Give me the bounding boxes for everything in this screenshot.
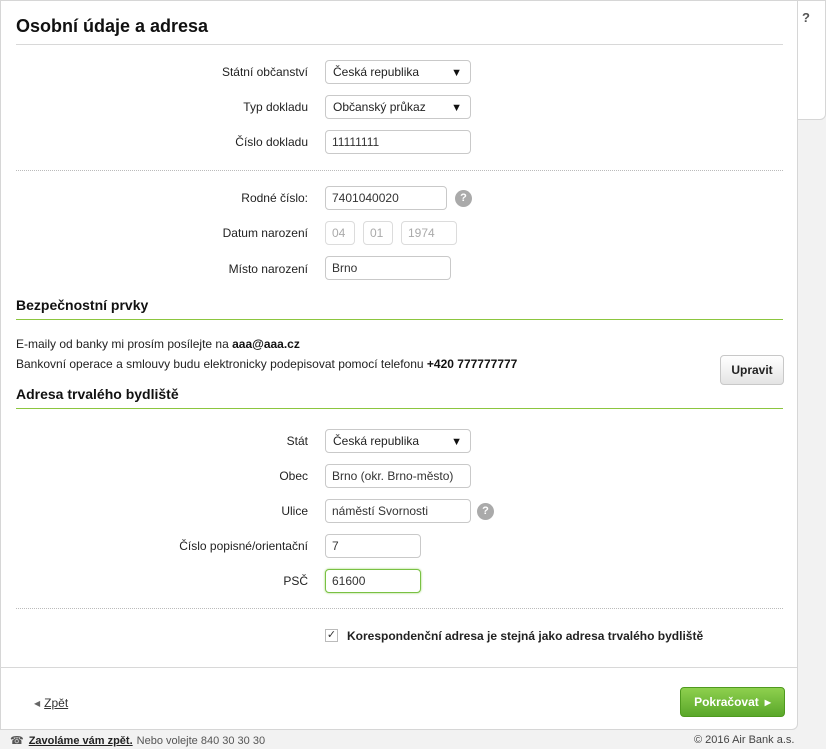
- page-title: Osobní údaje a adresa: [16, 16, 209, 36]
- street-label: Ulice: [281, 504, 308, 518]
- doctype-value: Občanský průkaz: [333, 100, 426, 114]
- doctype-select[interactable]: Občanský průkaz ▼: [325, 95, 471, 119]
- zip-label: PSČ: [283, 574, 308, 588]
- edit-security-button[interactable]: Upravit: [720, 355, 784, 385]
- back-arrow-icon: ◀: [34, 699, 41, 708]
- help-icon[interactable]: ?: [799, 10, 813, 25]
- docnum-input[interactable]: 11111111: [325, 130, 471, 154]
- continue-button[interactable]: Pokračovat ▶: [680, 687, 785, 717]
- country-select[interactable]: Česká republika ▼: [325, 429, 471, 453]
- dob-month-input[interactable]: 01: [363, 221, 393, 245]
- address-section-title: Adresa trvalého bydliště: [16, 386, 179, 402]
- footer-divider: [0, 667, 797, 668]
- birthplace-input[interactable]: Brno: [325, 256, 451, 280]
- continue-button-label: Pokračovat: [694, 695, 759, 709]
- street-input[interactable]: náměstí Svornosti: [325, 499, 471, 523]
- phone-icon: ☎: [10, 735, 24, 747]
- callback-link[interactable]: Zavoláme vám zpět.: [29, 735, 133, 747]
- section-divider: [16, 608, 783, 609]
- birthnum-help-icon[interactable]: ?: [455, 190, 472, 207]
- same-address-checkbox[interactable]: ✓: [325, 629, 338, 642]
- dropdown-arrow-icon: ▼: [451, 102, 462, 114]
- continue-arrow-icon: ▶: [764, 698, 771, 707]
- dropdown-arrow-icon: ▼: [451, 67, 462, 79]
- city-input[interactable]: Brno (okr. Brno-město): [325, 464, 471, 488]
- email-value: aaa@aaa.cz: [232, 337, 300, 351]
- email-info-text: E-maily od banky mi prosím posílejte na: [16, 337, 233, 351]
- dob-day-input[interactable]: 04: [325, 221, 355, 245]
- phone-info-text: Bankovní operace a smlouvy budu elektron…: [16, 357, 427, 371]
- dob-year-input[interactable]: 1974: [401, 221, 457, 245]
- zip-input[interactable]: 61600: [325, 569, 421, 593]
- citizenship-label: Státní občanství: [221, 65, 308, 79]
- security-divider: [16, 319, 783, 320]
- doctype-label: Typ dokladu: [243, 100, 308, 114]
- birthnum-label: Rodné číslo:: [241, 191, 308, 205]
- security-section-title: Bezpečnostní prvky: [16, 297, 149, 313]
- title-divider: [16, 44, 783, 45]
- birthnum-input[interactable]: 7401040020: [325, 186, 447, 210]
- copyright: © 2016 Air Bank a.s.: [694, 734, 795, 746]
- email-info: E-maily od banky mi prosím posílejte na …: [16, 337, 300, 351]
- country-value: Česká republika: [333, 434, 420, 448]
- same-address-label[interactable]: Korespondenční adresa je stejná jako adr…: [347, 629, 703, 643]
- section-divider: [16, 170, 783, 171]
- housenum-label: Číslo popisné/orientační: [179, 539, 308, 553]
- dob-label: Datum narození: [222, 226, 308, 240]
- docnum-label: Číslo dokladu: [235, 135, 308, 149]
- back-link[interactable]: ◀ Zpět: [34, 696, 68, 710]
- phone-info: Bankovní operace a smlouvy budu elektron…: [16, 357, 517, 371]
- citizenship-value: Česká republika: [333, 65, 420, 79]
- birthplace-label: Místo narození: [228, 262, 308, 276]
- city-label: Obec: [279, 469, 308, 483]
- back-link-label: Zpět: [44, 696, 69, 710]
- address-divider: [16, 408, 783, 409]
- country-label: Stát: [286, 434, 308, 448]
- street-help-icon[interactable]: ?: [477, 503, 494, 520]
- citizenship-select[interactable]: Česká republika ▼: [325, 60, 471, 84]
- footer-callback: ☎ Zavoláme vám zpět. Nebo volejte 840 30 3…: [10, 734, 265, 747]
- phone-value: +420 777777777: [426, 357, 518, 371]
- dropdown-arrow-icon: ▼: [451, 436, 462, 448]
- phone-text: Nebo volejte 840 30 30 30: [136, 735, 266, 747]
- housenum-input[interactable]: 7: [325, 534, 421, 558]
